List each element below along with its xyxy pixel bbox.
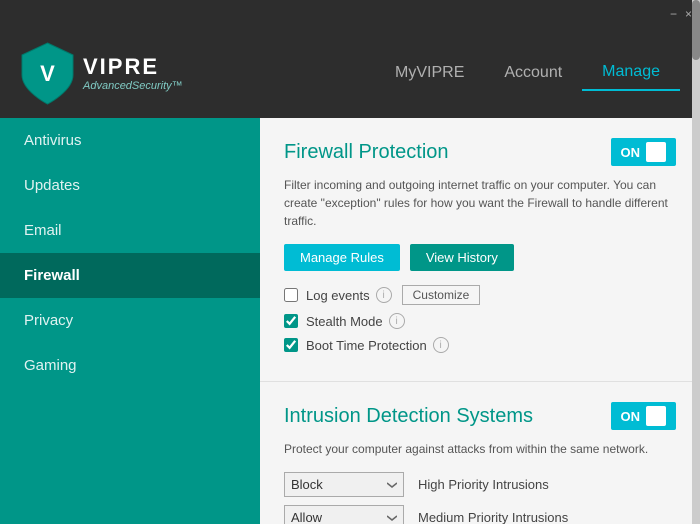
intrusion-row-medium: Block Allow Ignore Medium Priority Intru… <box>284 505 676 524</box>
nav-manage[interactable]: Manage <box>582 55 680 91</box>
header: V VIPRE AdvancedSecurity™ MyVIPRE Accoun… <box>0 28 700 118</box>
scrollbar[interactable] <box>692 0 700 524</box>
medium-priority-label: Medium Priority Intrusions <box>418 510 568 524</box>
firewall-header: Firewall Protection ON <box>284 138 676 166</box>
boot-time-checkbox[interactable] <box>284 338 298 352</box>
nav-myvipre[interactable]: MyVIPRE <box>375 56 484 90</box>
intrusion-toggle-slider <box>646 406 666 426</box>
main-container: Antivirus Updates Email Firewall Privacy… <box>0 118 700 524</box>
intrusion-section: Intrusion Detection Systems ON Protect y… <box>260 382 700 524</box>
title-bar: − × <box>0 0 700 28</box>
minimize-button[interactable]: − <box>670 7 677 21</box>
content-area: Firewall Protection ON Filter incoming a… <box>260 118 700 524</box>
sidebar-item-privacy[interactable]: Privacy <box>0 298 260 343</box>
logo-brand: VIPRE <box>83 54 183 80</box>
sidebar: Antivirus Updates Email Firewall Privacy… <box>0 118 260 524</box>
intrusion-toggle-label: ON <box>621 409 641 424</box>
svg-text:V: V <box>40 61 55 86</box>
close-button[interactable]: × <box>685 7 692 21</box>
log-events-row: Log events i Customize <box>284 285 676 305</box>
boot-time-info-icon[interactable]: i <box>433 337 449 353</box>
high-priority-select[interactable]: Block Allow Ignore <box>284 472 404 497</box>
intrusion-header: Intrusion Detection Systems ON <box>284 402 676 430</box>
sidebar-item-email[interactable]: Email <box>0 208 260 253</box>
main-nav: MyVIPRE Account Manage <box>375 55 680 91</box>
nav-account[interactable]: Account <box>484 56 582 90</box>
intrusion-toggle[interactable]: ON <box>611 402 677 430</box>
intrusion-title: Intrusion Detection Systems <box>284 405 533 428</box>
log-events-checkbox[interactable] <box>284 288 298 302</box>
sidebar-item-antivirus[interactable]: Antivirus <box>0 118 260 163</box>
customize-button[interactable]: Customize <box>402 285 481 305</box>
logo-area: V VIPRE AdvancedSecurity™ <box>20 41 280 106</box>
high-priority-label: High Priority Intrusions <box>418 477 549 492</box>
intrusion-description: Protect your computer against attacks fr… <box>284 440 676 458</box>
firewall-toggle-slider <box>646 142 666 162</box>
boot-time-label: Boot Time Protection <box>306 338 427 353</box>
log-events-label: Log events <box>306 288 370 303</box>
stealth-mode-label: Stealth Mode <box>306 314 383 329</box>
sidebar-item-firewall[interactable]: Firewall <box>0 253 260 298</box>
medium-priority-select[interactable]: Block Allow Ignore <box>284 505 404 524</box>
logo-icon: V <box>20 41 75 106</box>
sidebar-item-gaming[interactable]: Gaming <box>0 343 260 388</box>
scrollbar-thumb[interactable] <box>692 0 700 60</box>
intrusion-row-high: Block Allow Ignore High Priority Intrusi… <box>284 472 676 497</box>
firewall-title: Firewall Protection <box>284 141 449 164</box>
stealth-mode-row: Stealth Mode i <box>284 313 676 329</box>
manage-rules-button[interactable]: Manage Rules <box>284 244 400 271</box>
log-events-info-icon[interactable]: i <box>376 287 392 303</box>
stealth-mode-checkbox[interactable] <box>284 314 298 328</box>
logo-text-area: VIPRE AdvancedSecurity™ <box>83 54 183 92</box>
view-history-button[interactable]: View History <box>410 244 514 271</box>
firewall-description: Filter incoming and outgoing internet tr… <box>284 176 676 230</box>
stealth-mode-info-icon[interactable]: i <box>389 313 405 329</box>
sidebar-item-updates[interactable]: Updates <box>0 163 260 208</box>
firewall-btn-row: Manage Rules View History <box>284 244 676 271</box>
firewall-toggle-label: ON <box>621 145 641 160</box>
logo-subtext: AdvancedSecurity™ <box>83 80 183 92</box>
firewall-section: Firewall Protection ON Filter incoming a… <box>260 118 700 382</box>
boot-time-protection-row: Boot Time Protection i <box>284 337 676 353</box>
firewall-toggle[interactable]: ON <box>611 138 677 166</box>
